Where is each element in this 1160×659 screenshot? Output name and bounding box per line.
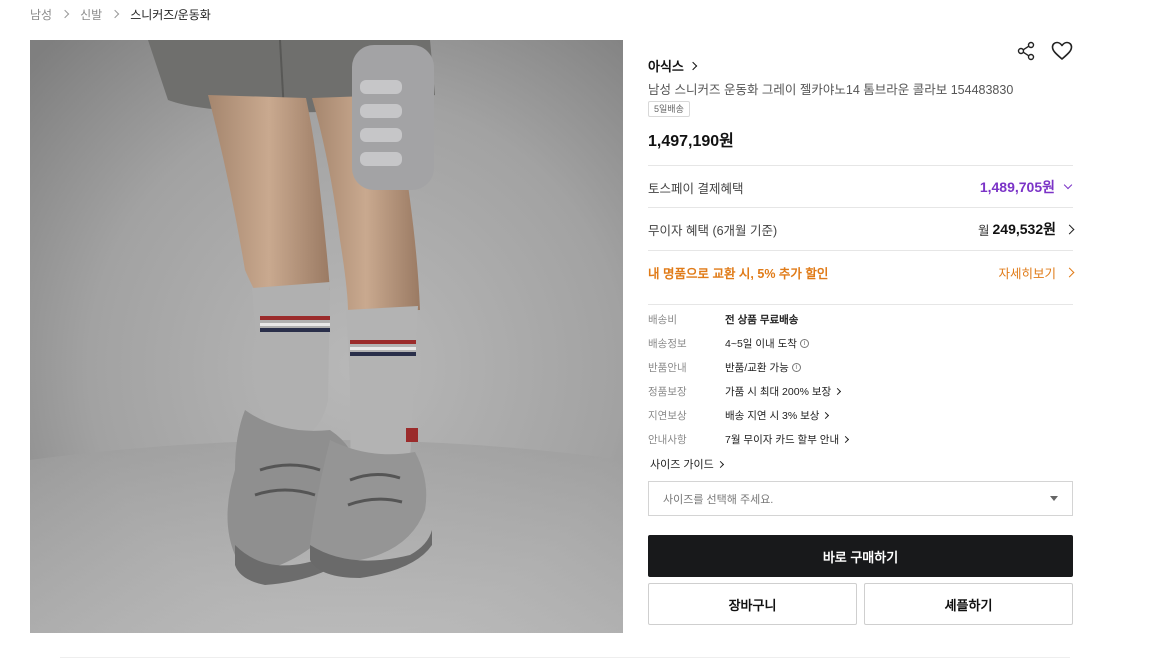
buy-now-button[interactable]: 바로 구매하기	[648, 535, 1073, 577]
breadcrumb: 남성 신발 스니커즈/운동화	[30, 6, 211, 22]
heart-icon[interactable]	[1051, 40, 1073, 62]
product-title: 남성 스니커즈 운동화 그레이 젤카야노14 톰브라운 콜라보 15448383…	[648, 83, 1014, 97]
product-image[interactable]	[30, 40, 623, 633]
spec-key: 지연보상	[648, 409, 687, 422]
spec-value-wrap: 반품/교환 가능 i	[725, 360, 801, 375]
product-price: 1,497,190원	[648, 133, 734, 150]
size-guide-link[interactable]: 사이즈 가이드	[650, 456, 724, 472]
info-icon[interactable]: i	[799, 338, 809, 348]
spec-row-shipping-info: 배송정보 4~5일 이내 도착 i	[648, 335, 809, 351]
spec-value-wrap: 배송 지연 시 3% 보상	[725, 408, 830, 423]
trade-in-label: 내 명품으로 교환 시, 5% 추가 할인	[648, 266, 829, 281]
installment-prefix: 월	[977, 223, 990, 238]
size-guide-label: 사이즈 가이드	[650, 459, 714, 471]
delivery-badge: 5일배송	[648, 101, 690, 117]
chevron-right-icon	[110, 9, 120, 19]
chevron-right-icon	[842, 435, 850, 443]
product-photo-illustration	[30, 40, 623, 633]
spec-row-return: 반품안내 반품/교환 가능 i	[648, 359, 801, 375]
size-select[interactable]: 사이즈를 선택해 주세요.	[648, 481, 1073, 516]
breadcrumb-item-shoes[interactable]: 신발	[80, 6, 102, 23]
brand-link[interactable]: 아식스	[648, 56, 698, 75]
share-icon[interactable]	[1015, 40, 1037, 62]
spec-value: 7월 무이자 카드 할부 안내	[725, 433, 840, 446]
toss-benefit-row[interactable]: 토스페이 결제혜택 1,489,705원	[648, 165, 1073, 208]
spec-value-wrap: 가품 시 최대 200% 보장	[725, 384, 842, 399]
trade-in-detail-link[interactable]: 자세히보기	[998, 263, 1056, 282]
spec-key: 배송정보	[648, 337, 687, 350]
spec-key: 반품안내	[648, 361, 687, 374]
toss-benefit-label: 토스페이 결제혜택	[648, 181, 744, 196]
spec-key: 안내사항	[648, 433, 687, 446]
spec-value: 전 상품 무료배송	[725, 313, 799, 326]
spec-key: 정품보장	[648, 385, 687, 398]
chevron-right-icon	[1064, 267, 1075, 277]
spec-row-delay-compensation[interactable]: 지연보상 배송 지연 시 3% 보상	[648, 407, 830, 423]
installment-label: 무이자 혜택 (6개월 기준)	[648, 223, 778, 238]
caret-down-icon	[1050, 496, 1058, 501]
spec-value: 반품/교환 가능	[725, 361, 789, 374]
size-select-placeholder: 사이즈를 선택해 주세요.	[663, 493, 774, 506]
chevron-right-icon	[1064, 224, 1075, 234]
top-actions	[1015, 40, 1073, 62]
chevron-right-icon	[688, 61, 698, 70]
share-button[interactable]: 셰플하기	[864, 583, 1073, 625]
spec-row-shipping-fee: 배송비 전 상품 무료배송	[648, 311, 798, 327]
spec-value: 가품 시 최대 200% 보장	[725, 385, 832, 398]
breadcrumb-item-sneakers[interactable]: 스니커즈/운동화	[130, 6, 211, 23]
shipping-info-list: 배송비 전 상품 무료배송 배송정보 4~5일 이내 도착 i 반품안내 반품/…	[648, 304, 1073, 446]
divider	[60, 657, 1070, 658]
spec-value-wrap: 7월 무이자 카드 할부 안내	[725, 432, 850, 447]
add-to-cart-button[interactable]: 장바구니	[648, 583, 857, 625]
spec-value-wrap: 4~5일 이내 도착 i	[725, 336, 809, 351]
chevron-right-icon	[716, 460, 724, 468]
brand-name: 아식스	[648, 59, 684, 74]
spec-value: 4~5일 이내 도착	[725, 337, 797, 350]
installment-amount: 249,532원	[992, 221, 1057, 237]
toss-benefit-amount: 1,489,705원	[979, 179, 1055, 195]
breadcrumb-item-men[interactable]: 남성	[30, 6, 52, 23]
spec-key: 배송비	[648, 313, 677, 326]
spec-row-notice[interactable]: 안내사항 7월 무이자 카드 할부 안내	[648, 431, 850, 447]
spec-row-authenticity[interactable]: 정품보장 가품 시 최대 200% 보장	[648, 383, 842, 399]
info-icon[interactable]: i	[791, 362, 801, 372]
installment-row[interactable]: 무이자 혜택 (6개월 기준) 월 249,532원	[648, 207, 1075, 250]
chevron-right-icon	[834, 387, 842, 395]
spec-value: 배송 지연 시 3% 보상	[725, 409, 820, 422]
chevron-down-icon	[1063, 180, 1073, 190]
chevron-right-icon	[822, 411, 830, 419]
trade-in-row[interactable]: 내 명품으로 교환 시, 5% 추가 할인 자세히보기	[648, 250, 1075, 293]
chevron-right-icon	[60, 9, 70, 19]
